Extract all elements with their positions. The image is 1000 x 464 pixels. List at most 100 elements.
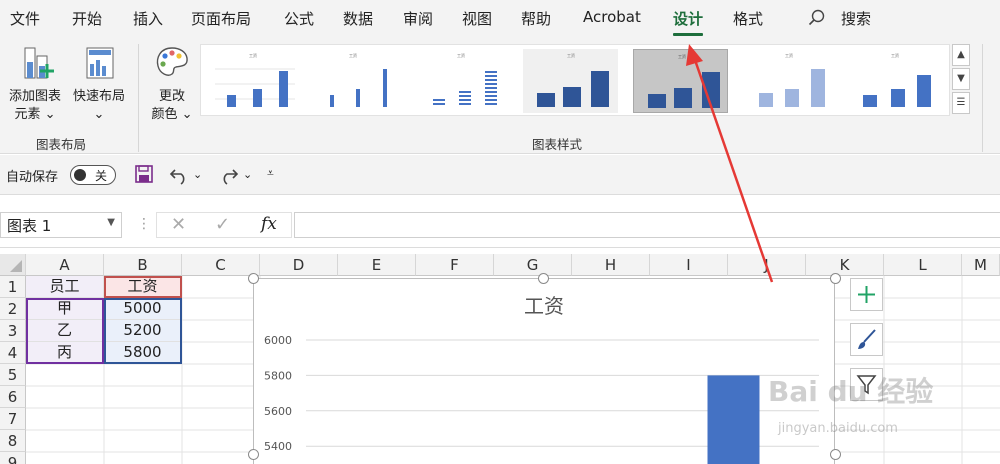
chevron-down-icon: ⌄	[93, 107, 105, 122]
undo-icon[interactable]	[168, 164, 190, 186]
tab-home[interactable]: 开始	[72, 8, 102, 29]
tab-file[interactable]: 文件	[10, 8, 40, 29]
chart-elements-button[interactable]	[850, 278, 883, 311]
cancel-icon[interactable]: ✕	[171, 214, 186, 235]
chart-bar[interactable]	[707, 375, 760, 464]
gallery-scroll-up[interactable]: ▲	[952, 44, 970, 66]
formula-bar: 图表 1 ▼ ⋮ ✕ ✓ fx	[0, 196, 1000, 248]
chart-style-3[interactable]: 工资	[413, 49, 508, 113]
change-colors-label-2: 颜色	[151, 107, 178, 122]
column-header-m[interactable]: M	[962, 254, 1000, 276]
column-header-e[interactable]: E	[338, 254, 416, 276]
column-header-a[interactable]: A	[26, 254, 104, 276]
chart-style-6-title: 工资	[785, 52, 793, 58]
chart-style-1[interactable]: 工资	[205, 49, 300, 113]
tab-page-layout[interactable]: 页面布局	[191, 8, 251, 29]
cell-a1[interactable]: 员工	[26, 276, 104, 298]
column-header-d[interactable]: D	[260, 254, 338, 276]
chart-style-2[interactable]: 工资	[305, 49, 400, 113]
chart-style-2-title: 工资	[349, 52, 357, 58]
select-all-icon	[10, 260, 22, 272]
formula-buttons: ✕ ✓ fx	[156, 212, 292, 238]
resize-handle-left[interactable]	[248, 449, 259, 460]
row-header-5[interactable]: 5	[0, 364, 26, 386]
enter-icon[interactable]: ✓	[215, 214, 230, 235]
watermark-logo: Bai du 经验	[768, 375, 934, 408]
chart-plot: 工资 6000 5800 5600 5400	[264, 294, 819, 464]
row-header-7[interactable]: 7	[0, 408, 26, 430]
y-tick-label: 5400	[264, 440, 292, 453]
customize-qat-icon[interactable]: ⩡	[267, 166, 274, 181]
column-header-j[interactable]: J	[728, 254, 806, 276]
autosave-toggle[interactable]: 关	[70, 165, 116, 185]
search-icon[interactable]	[808, 9, 826, 27]
quick-access-toolbar: 自动保存 关 ⌄ ⌄ ⩡	[0, 155, 1000, 195]
chart-style-4[interactable]: 工资	[523, 49, 618, 113]
tab-view[interactable]: 视图	[462, 8, 492, 29]
column-header-i[interactable]: I	[650, 254, 728, 276]
tab-formulas[interactable]: 公式	[284, 8, 314, 29]
gallery-scroll-down[interactable]: ▼	[952, 68, 970, 90]
row-header-6[interactable]: 6	[0, 386, 26, 408]
tab-review[interactable]: 审阅	[403, 8, 433, 29]
chevron-down-icon[interactable]: ⌄	[243, 168, 252, 181]
quick-layout-icon	[86, 47, 114, 79]
select-all-corner[interactable]	[0, 254, 26, 276]
tab-acrobat[interactable]: Acrobat	[583, 8, 641, 26]
redo-icon[interactable]	[218, 164, 240, 186]
resize-handle-top[interactable]	[538, 273, 549, 284]
column-header-b[interactable]: B	[104, 254, 182, 276]
chevron-down-icon: ⌄	[44, 107, 56, 122]
column-header-h[interactable]: H	[572, 254, 650, 276]
column-header-g[interactable]: G	[494, 254, 572, 276]
column-header-l[interactable]: L	[884, 254, 962, 276]
column-header-k[interactable]: K	[806, 254, 884, 276]
tab-format[interactable]: 格式	[733, 8, 763, 29]
ribbon-separator	[982, 44, 983, 152]
save-icon[interactable]	[134, 164, 154, 184]
chart-title[interactable]: 工资	[524, 294, 564, 318]
quick-layout-label: 快速布局	[72, 89, 125, 104]
row-header-2[interactable]: 2	[0, 298, 26, 320]
toggle-knob	[74, 169, 86, 181]
quick-layout-button[interactable]: 快速布局 ⌄	[68, 44, 130, 124]
change-colors-button[interactable]: 更改 颜色 ⌄	[146, 44, 198, 124]
column-header-f[interactable]: F	[416, 254, 494, 276]
tab-help[interactable]: 帮助	[521, 8, 551, 29]
tab-design[interactable]: 设计	[673, 8, 704, 36]
row-header-8[interactable]: 8	[0, 430, 26, 452]
resize-handle-top-left[interactable]	[248, 273, 259, 284]
chart-style-7[interactable]: 工资	[847, 49, 942, 113]
group-label-chart-styles: 图表样式	[532, 137, 583, 152]
name-box[interactable]: 图表 1 ▼	[0, 212, 122, 238]
formula-input[interactable]	[294, 212, 1000, 238]
add-chart-element-label-1: 添加图表	[8, 89, 61, 104]
chart-area[interactable]: 工资 6000 5800 5600 5400	[253, 278, 835, 464]
value-range-highlight	[104, 298, 182, 364]
add-chart-element-icon	[24, 47, 54, 79]
ribbon-separator	[138, 44, 139, 152]
column-header-c[interactable]: C	[182, 254, 260, 276]
y-tick-label: 6000	[264, 334, 292, 347]
gallery-more[interactable]: ☰	[952, 92, 970, 114]
row-header-1[interactable]: 1	[0, 276, 26, 298]
tab-data[interactable]: 数据	[343, 8, 373, 29]
chart-style-6[interactable]: 工资	[741, 49, 836, 113]
chart-styles-button[interactable]	[850, 323, 883, 356]
chart-style-1-title: 工资	[249, 52, 257, 58]
insert-function-button[interactable]: fx	[261, 214, 277, 234]
chevron-down-icon[interactable]: ⌄	[193, 168, 202, 181]
resize-handle-right[interactable]	[830, 449, 841, 460]
add-chart-element-button[interactable]: 添加图表 元素 ⌄	[4, 44, 66, 124]
chevron-down-icon[interactable]: ▼	[107, 217, 115, 228]
tab-insert[interactable]: 插入	[133, 8, 163, 29]
add-chart-element-label-2: 元素	[14, 107, 41, 122]
row-header-9[interactable]: 9	[0, 452, 26, 464]
y-tick-label: 5600	[264, 405, 292, 418]
ribbon: 添加图表 元素 ⌄ 快速布局 ⌄ 图表布局 更改 颜色 ⌄ 工资 工资 工资 工…	[0, 36, 1000, 154]
resize-handle-top-right[interactable]	[830, 273, 841, 284]
row-header-4[interactable]: 4	[0, 342, 26, 364]
row-header-3[interactable]: 3	[0, 320, 26, 342]
search-label[interactable]: 搜索	[841, 8, 871, 29]
chart-style-5[interactable]: 工资	[633, 49, 728, 113]
